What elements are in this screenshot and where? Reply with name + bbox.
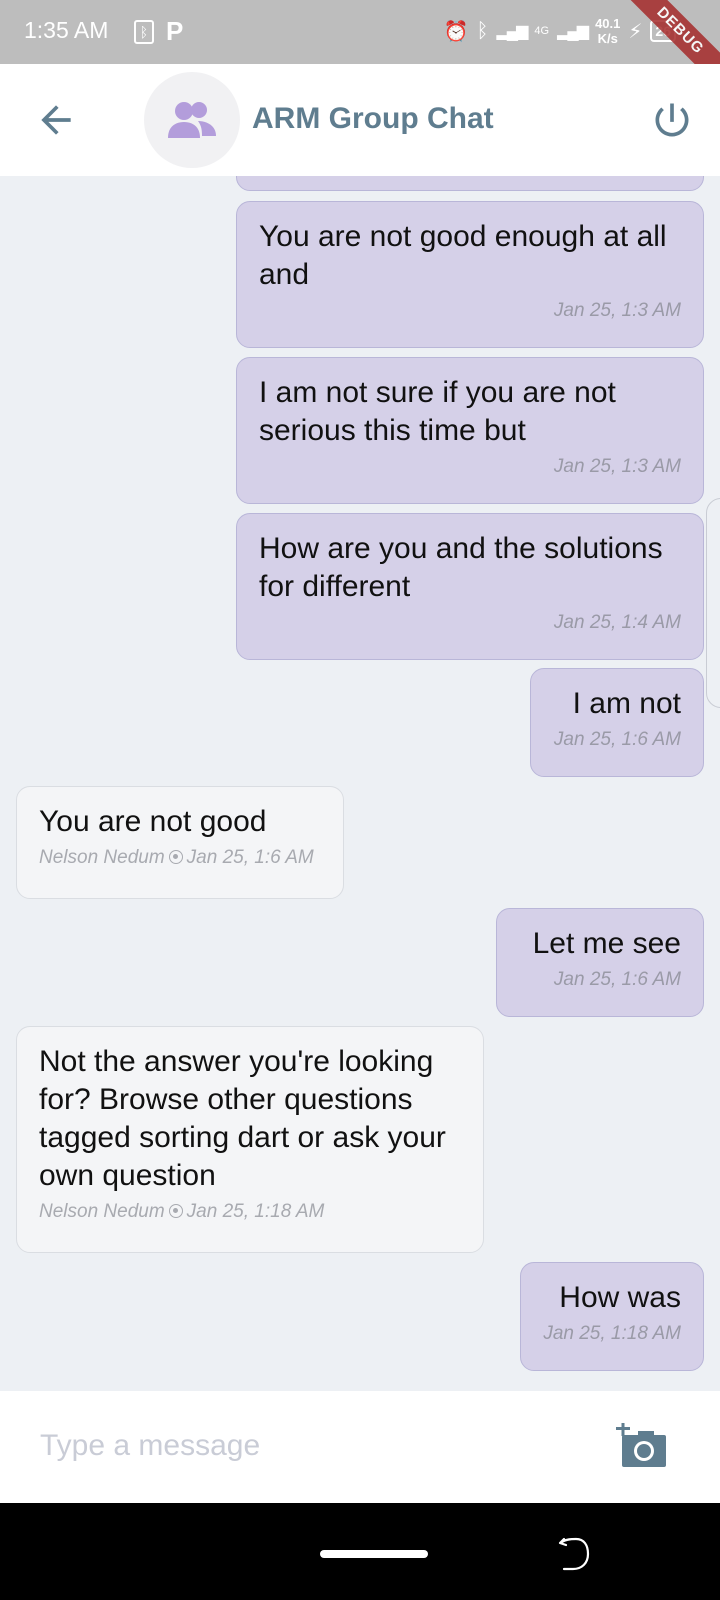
message-text: I am not [572, 687, 681, 720]
message-bubble-incoming[interactable]: Not the answer you're looking for? Brows… [16, 1026, 484, 1253]
message-list[interactable]: You are not good enough at all and Jan 2… [0, 176, 720, 1391]
bluetooth-icon: ᛒ [476, 19, 489, 42]
status-icons: ⏰ ᛒ ▂▄▆ 4G ▂▄▆ 40.1 K/s ⚡ 26 [444, 16, 676, 46]
network-speed: 40.1 K/s [595, 16, 621, 46]
back-button[interactable] [34, 98, 78, 142]
message-text: Not the answer you're looking for? Brows… [39, 1045, 446, 1192]
side-drawer-handle[interactable] [706, 498, 720, 708]
message-input[interactable] [40, 1421, 560, 1471]
message-composer [0, 1391, 720, 1503]
message-meta: Nelson Nedum Jan 25, 1:18 AM [39, 1201, 461, 1223]
message-sender: Nelson Nedum [39, 1201, 165, 1222]
charging-icon: ⚡ [628, 20, 643, 43]
app-header: ARM Group Chat [0, 64, 720, 176]
arrow-left-icon [41, 105, 71, 135]
message-bubble-outgoing[interactable]: You are not good enough at all and Jan 2… [236, 201, 704, 348]
rotate-screen-button[interactable] [556, 1537, 590, 1571]
network-type: 4G [534, 25, 550, 37]
signal-icon-2: ▂▄▆ [557, 23, 589, 40]
system-nav-bar [0, 1503, 720, 1600]
alarm-icon: ⏰ [443, 20, 469, 43]
message-timestamp: Jan 25, 1:3 AM [553, 300, 681, 321]
rotate-icon [558, 1537, 590, 1571]
message-bubble-incoming[interactable]: You are not good Nelson Nedum Jan 25, 1:6… [16, 786, 344, 899]
message-bubble-outgoing[interactable]: Let me see Jan 25, 1:6 AM [496, 908, 704, 1017]
power-icon [655, 103, 689, 137]
home-gesture-bar[interactable] [320, 1550, 428, 1558]
status-bar: 1:35 AM ᛒ P ⏰ ᛒ ▂▄▆ 4G ▂▄▆ 40.1 K/s ⚡ 26… [0, 0, 720, 97]
message-bubble-outgoing[interactable]: I am not sure if you are not serious thi… [236, 357, 704, 504]
message-text: You are not good enough at all and [259, 220, 667, 291]
message-text: How are you and the solutions for differ… [259, 532, 663, 603]
message-text: You are not good [39, 805, 267, 838]
group-avatar[interactable] [144, 72, 240, 168]
message-bubble-outgoing[interactable]: How are you and the solutions for differ… [236, 513, 704, 660]
message-bubble-outgoing[interactable]: I am not Jan 25, 1:6 AM [530, 668, 704, 777]
message-timestamp: Jan 25, 1:6 AM [553, 729, 681, 750]
message-sender: Nelson Nedum [39, 847, 165, 868]
message-timestamp: Jan 25, 1:18 AM [186, 1201, 325, 1222]
message-timestamp: Jan 25, 1:6 AM [553, 969, 681, 990]
message-bubble-outgoing[interactable] [236, 176, 704, 191]
group-icon [168, 102, 216, 138]
logout-button[interactable] [650, 98, 694, 142]
app-notification-icon: P [166, 16, 184, 46]
attach-photo-button[interactable] [616, 1422, 668, 1469]
message-timestamp: Jan 25, 1:6 AM [186, 847, 314, 868]
message-bubble-outgoing[interactable]: How was Jan 25, 1:18 AM [520, 1262, 704, 1371]
bluetooth-notification-icon: ᛒ [134, 20, 154, 44]
seen-icon [168, 1204, 183, 1218]
chat-title: ARM Group Chat [252, 102, 494, 135]
message-text: I am not sure if you are not serious thi… [259, 376, 616, 447]
message-timestamp: Jan 25, 1:3 AM [553, 456, 681, 477]
message-text: How was [559, 1281, 681, 1314]
seen-icon [168, 850, 183, 864]
status-time: 1:35 AM [24, 17, 109, 43]
add-camera-icon [616, 1422, 666, 1467]
message-timestamp: Jan 25, 1:4 AM [553, 612, 681, 633]
message-timestamp: Jan 25, 1:18 AM [543, 1323, 681, 1344]
message-meta: Nelson Nedum Jan 25, 1:6 AM [39, 847, 321, 869]
message-text: Let me see [532, 927, 681, 960]
signal-icon: ▂▄▆ [496, 23, 528, 40]
